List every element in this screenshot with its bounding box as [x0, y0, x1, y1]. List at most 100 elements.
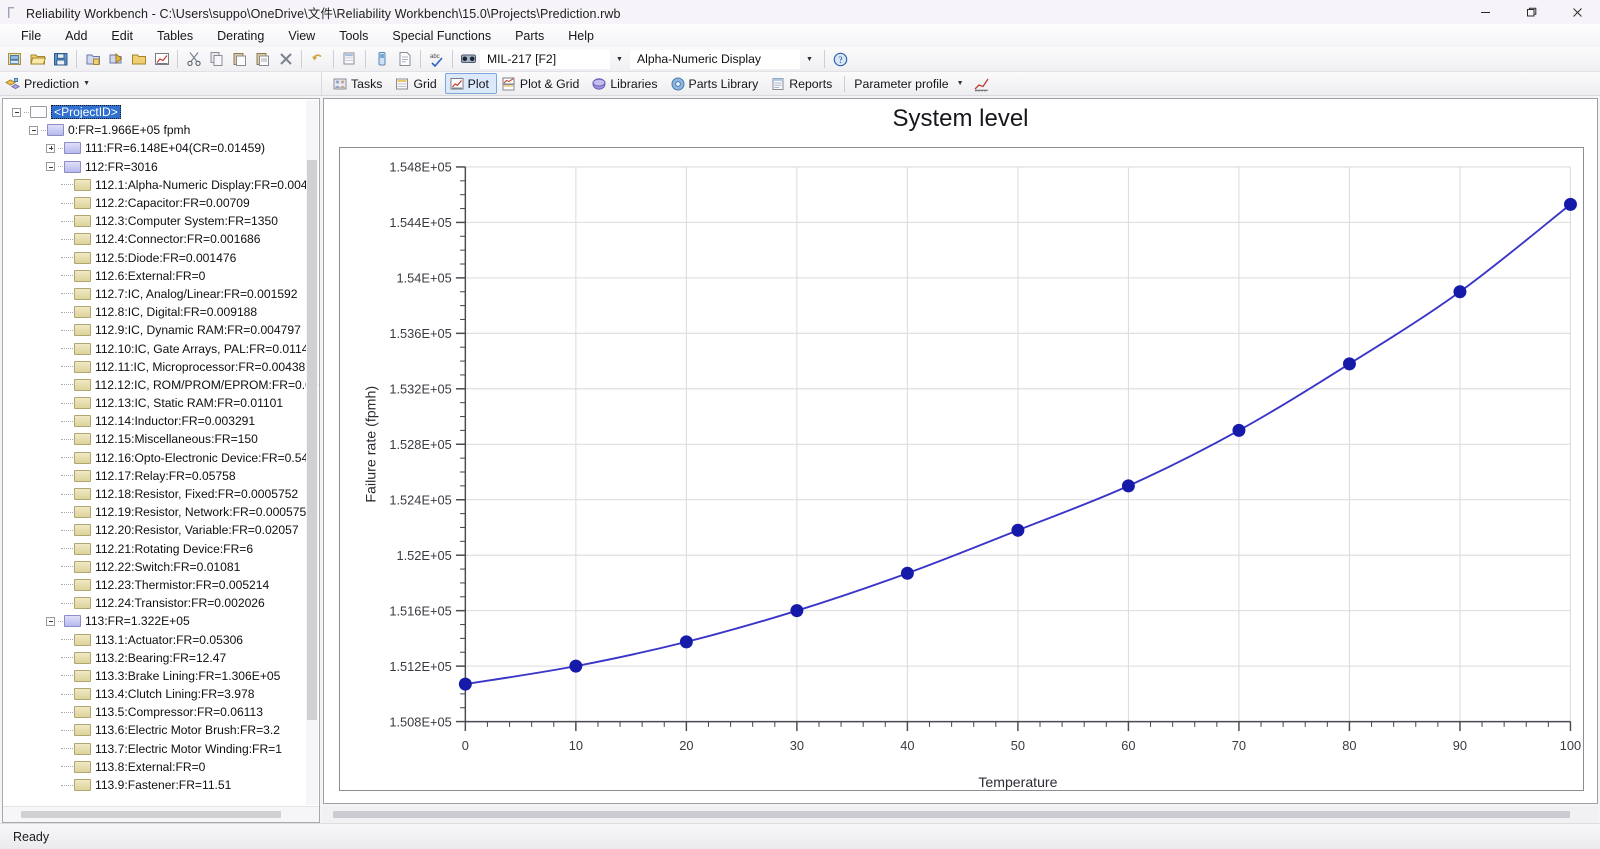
tree-node[interactable]: 112.19:Resistor, Network:FR=0.000575	[3, 503, 319, 521]
minimize-button[interactable]	[1462, 0, 1508, 24]
tree-node[interactable]: <ProjectID>	[3, 103, 319, 121]
copy-grid-icon[interactable]	[338, 48, 361, 70]
find-icon[interactable]	[457, 48, 480, 70]
tree-node[interactable]: 112.20:Resistor, Variable:FR=0.02057	[3, 521, 319, 539]
part-combo[interactable]: Alpha-Numeric Display	[630, 49, 800, 69]
menu-item-tables[interactable]: Tables	[145, 27, 205, 45]
data-point[interactable]	[1563, 197, 1577, 211]
new-item-icon[interactable]	[81, 48, 104, 70]
tree-node[interactable]: 0:FR=1.966E+05 fpmh	[3, 121, 319, 139]
tree-node[interactable]: 112.18:Resistor, Fixed:FR=0.0005752	[3, 485, 319, 503]
menu-item-special-functions[interactable]: Special Functions	[380, 27, 503, 45]
tree-node[interactable]: 112.12:IC, ROM/PROM/EPROM:FR=0.003	[3, 376, 319, 394]
data-point[interactable]	[900, 566, 914, 580]
menu-item-view[interactable]: View	[276, 27, 327, 45]
menu-item-edit[interactable]: Edit	[99, 27, 145, 45]
plot-svg[interactable]: 1.508E+05 1.512E+05 1.516E+05 1.52E+05 1.524…	[340, 148, 1583, 790]
copy-icon[interactable]	[205, 48, 228, 70]
menu-item-parts[interactable]: Parts	[503, 27, 556, 45]
data-point[interactable]	[679, 635, 693, 649]
tree-node[interactable]: 111:FR=6.148E+04(CR=0.01459)	[3, 139, 319, 157]
help-icon[interactable]: ?	[829, 48, 852, 70]
open-folder-icon[interactable]	[26, 48, 49, 70]
data-point[interactable]	[1453, 285, 1467, 299]
tree-node[interactable]: 112.24:Transistor:FR=0.002026	[3, 594, 319, 612]
document-icon[interactable]	[393, 48, 416, 70]
tab-plot-grid[interactable]: Plot & Grid	[497, 73, 587, 94]
menu-item-tools[interactable]: Tools	[327, 27, 380, 45]
parameter-profile-icon[interactable]	[972, 73, 992, 95]
tree-node[interactable]: 112.13:IC, Static RAM:FR=0.01101	[3, 394, 319, 412]
tree-node[interactable]: 112.6:External:FR=0	[3, 267, 319, 285]
tab-libraries[interactable]: Libraries	[587, 73, 665, 94]
menu-item-add[interactable]: Add	[53, 27, 99, 45]
tab-reports[interactable]: Reports	[766, 73, 840, 94]
chevron-down-icon[interactable]: ▼	[83, 80, 90, 87]
tree-node[interactable]: 112.9:IC, Dynamic RAM:FR=0.004797	[3, 321, 319, 339]
plot-horizontal-scroll-thumb[interactable]	[333, 811, 1570, 818]
save-icon[interactable]	[49, 48, 72, 70]
parts-count-icon[interactable]	[370, 48, 393, 70]
tree-node[interactable]: 112.5:Diode:FR=0.001476	[3, 249, 319, 267]
data-point[interactable]	[1232, 423, 1246, 437]
menu-item-file[interactable]: File	[9, 27, 53, 45]
tree-node[interactable]: 113.5:Compressor:FR=0.06113	[3, 703, 319, 721]
data-point[interactable]	[790, 604, 804, 618]
chevron-down-icon[interactable]: ▼	[957, 80, 964, 87]
tree-node[interactable]: 113.1:Actuator:FR=0.05306	[3, 630, 319, 648]
paste-special-icon[interactable]	[251, 48, 274, 70]
model-combo[interactable]: MIL-217 [F2]	[480, 49, 610, 69]
menu-item-help[interactable]: Help	[556, 27, 606, 45]
data-point[interactable]	[1342, 357, 1356, 371]
tree-node[interactable]: 112.23:Thermistor:FR=0.005214	[3, 576, 319, 594]
module-selector[interactable]: Prediction ▼	[0, 71, 322, 96]
close-button[interactable]	[1554, 0, 1600, 24]
tree-node[interactable]: 113.6:Electric Motor Brush:FR=3.2	[3, 721, 319, 739]
parameter-profile-button[interactable]: Parameter profile ▼	[849, 73, 971, 94]
tree-horizontal-scrollbar[interactable]	[3, 806, 319, 822]
tree-node[interactable]: 112.15:Miscellaneous:FR=150	[3, 430, 319, 448]
tab-parts-library[interactable]: Parts Library	[666, 73, 767, 94]
tab-grid[interactable]: Grid	[390, 73, 444, 94]
tree-node[interactable]: 112:FR=3016	[3, 158, 319, 176]
part-combo-arrow[interactable]: ▼	[800, 50, 820, 69]
chart-item-icon[interactable]	[150, 48, 173, 70]
insert-item-icon[interactable]	[104, 48, 127, 70]
tree-node[interactable]: 113.3:Brake Lining:FR=1.306E+05	[3, 667, 319, 685]
delete-icon[interactable]	[274, 48, 297, 70]
tab-plot[interactable]: Plot	[444, 73, 497, 94]
tree-vertical-scroll-thumb[interactable]	[307, 160, 317, 720]
tree-node[interactable]: 113.9:Fastener:FR=11.51	[3, 776, 319, 794]
tree-node[interactable]: 113.8:External:FR=0	[3, 758, 319, 776]
tree-node[interactable]: 112.7:IC, Analog/Linear:FR=0.001592	[3, 285, 319, 303]
paste-icon[interactable]	[228, 48, 251, 70]
new-group-icon[interactable]	[127, 48, 150, 70]
tree-node[interactable]: 113.4:Clutch Lining:FR=3.978	[3, 685, 319, 703]
model-combo-arrow[interactable]: ▼	[610, 50, 630, 69]
collapse-node-icon[interactable]	[44, 615, 57, 628]
data-point[interactable]	[569, 659, 583, 673]
tree-node[interactable]: 112.10:IC, Gate Arrays, PAL:FR=0.0114	[3, 339, 319, 357]
tree-node[interactable]: 112.14:Inductor:FR=0.003291	[3, 412, 319, 430]
spell-check-icon[interactable]: abc	[425, 48, 448, 70]
collapse-node-icon[interactable]	[27, 124, 40, 137]
tree-node[interactable]: 113:FR=1.322E+05	[3, 612, 319, 630]
tree-scroll-region[interactable]: <ProjectID> 0:FR=1.966E+05 fpmh 111:FR=6.1…	[3, 99, 319, 806]
tree-vertical-scrollbar[interactable]	[306, 100, 318, 805]
tree-node[interactable]: 112.3:Computer System:FR=1350	[3, 212, 319, 230]
maximize-button[interactable]	[1508, 0, 1554, 24]
data-point[interactable]	[458, 677, 472, 691]
data-point[interactable]	[1011, 523, 1025, 537]
tree-node[interactable]: 112.8:IC, Digital:FR=0.009188	[3, 303, 319, 321]
tree-horizontal-scroll-thumb[interactable]	[21, 811, 281, 818]
tree-node[interactable]: 113.7:Electric Motor Winding:FR=1	[3, 740, 319, 758]
tree-node[interactable]: 112.2:Capacitor:FR=0.00709	[3, 194, 319, 212]
cut-icon[interactable]	[182, 48, 205, 70]
plot-horizontal-scrollbar[interactable]	[323, 806, 1598, 823]
tree-node[interactable]: 112.1:Alpha-Numeric Display:FR=0.0047	[3, 176, 319, 194]
tree-node[interactable]: 112.17:Relay:FR=0.05758	[3, 467, 319, 485]
plot-frame[interactable]: 1.508E+05 1.512E+05 1.516E+05 1.52E+05 1.524…	[339, 147, 1584, 791]
tab-tasks[interactable]: Tasks	[328, 73, 390, 94]
tree-node[interactable]: 113.2:Bearing:FR=12.47	[3, 649, 319, 667]
collapse-node-icon[interactable]	[10, 106, 23, 119]
